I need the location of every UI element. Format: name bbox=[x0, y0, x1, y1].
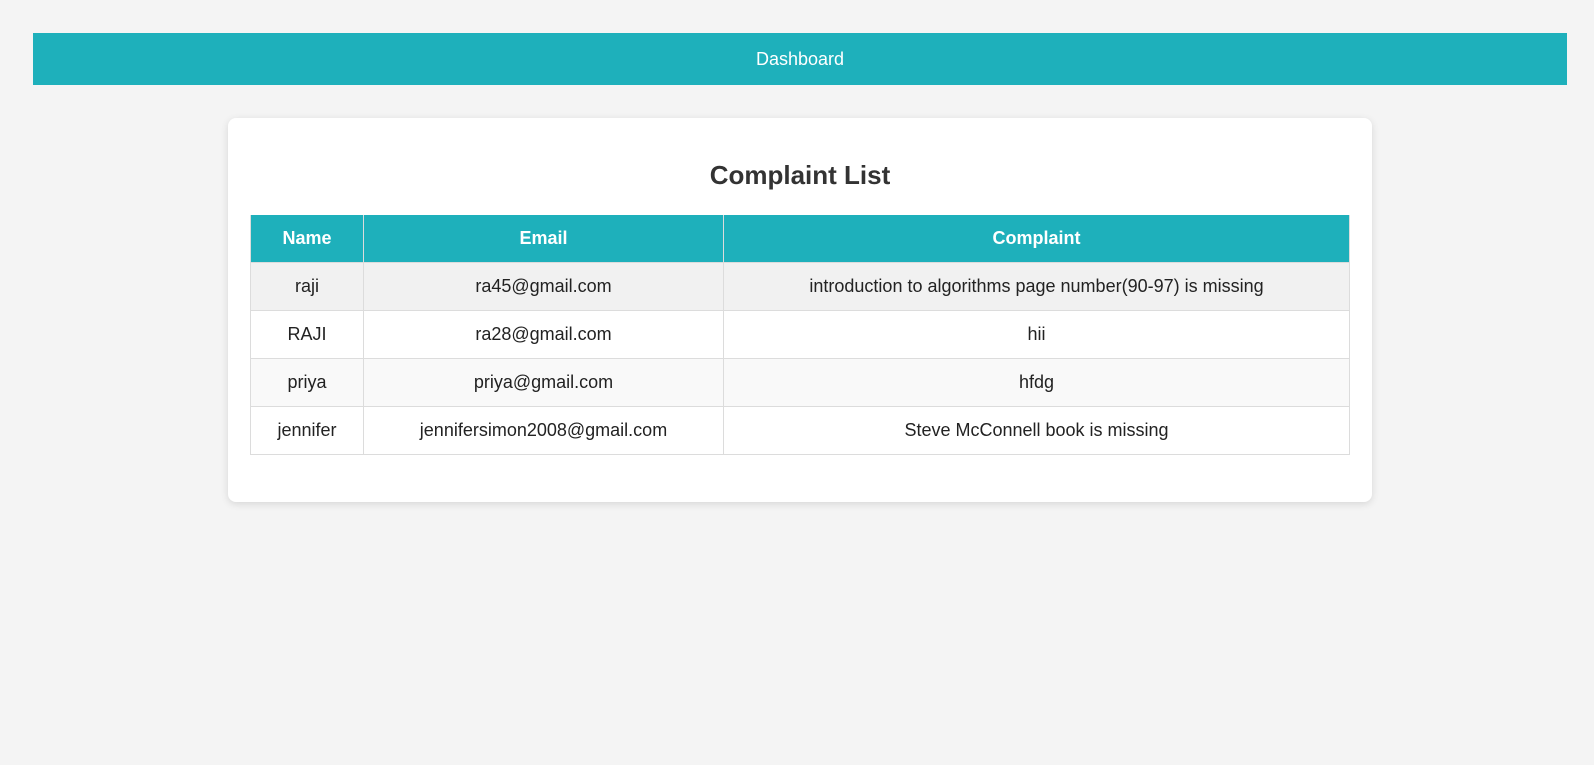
table-header-row: Name Email Complaint bbox=[250, 215, 1350, 263]
cell-email: ra28@gmail.com bbox=[363, 310, 724, 359]
cell-name: priya bbox=[250, 358, 364, 407]
cell-name: jennifer bbox=[250, 406, 364, 455]
table-row: RAJI ra28@gmail.com hii bbox=[250, 310, 1350, 359]
column-header-name: Name bbox=[250, 215, 364, 263]
column-header-complaint: Complaint bbox=[723, 215, 1350, 263]
cell-complaint: introduction to algorithms page number(9… bbox=[723, 262, 1350, 311]
table-row: raji ra45@gmail.com introduction to algo… bbox=[250, 262, 1350, 311]
table-row: priya priya@gmail.com hfdg bbox=[250, 358, 1350, 407]
complaint-table: Name Email Complaint raji ra45@gmail.com… bbox=[250, 215, 1350, 455]
cell-complaint: hfdg bbox=[723, 358, 1350, 407]
cell-name: raji bbox=[250, 262, 364, 311]
cell-complaint: Steve McConnell book is missing bbox=[723, 406, 1350, 455]
dashboard-link[interactable]: Dashboard bbox=[756, 49, 844, 70]
cell-email: ra45@gmail.com bbox=[363, 262, 724, 311]
cell-email: priya@gmail.com bbox=[363, 358, 724, 407]
table-row: jennifer jennifersimon2008@gmail.com Ste… bbox=[250, 406, 1350, 455]
page-title: Complaint List bbox=[709, 160, 891, 190]
cell-name: RAJI bbox=[250, 310, 364, 359]
complaint-list-card: Complaint List Name Email Complaint raji… bbox=[228, 118, 1372, 502]
cell-complaint: hii bbox=[723, 310, 1350, 359]
top-navbar: Dashboard bbox=[33, 33, 1567, 85]
column-header-email: Email bbox=[363, 215, 724, 263]
cell-email: jennifersimon2008@gmail.com bbox=[363, 406, 724, 455]
